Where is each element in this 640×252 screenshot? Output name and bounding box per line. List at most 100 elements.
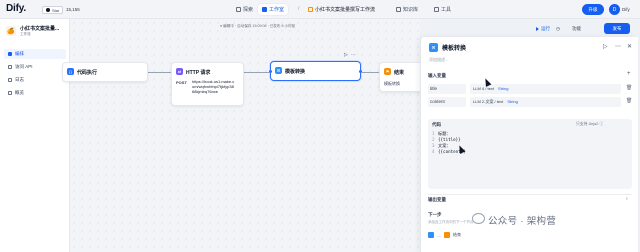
sidebar-item-label: 访问 API xyxy=(15,64,33,69)
workflow-canvas[interactable] xyxy=(70,19,420,252)
variable-type: String xyxy=(498,86,509,91)
arrow-right-icon: — xyxy=(437,232,441,238)
node-end-output-name: 模板转换 xyxy=(384,81,400,86)
nav-tools[interactable]: 工具 xyxy=(430,4,455,15)
logs-icon xyxy=(8,78,12,82)
handle-out[interactable] xyxy=(359,70,362,73)
variable-row: title LLM 4 / text String xyxy=(428,84,621,94)
next-step-chain: — 结束 xyxy=(428,232,461,238)
github-icon xyxy=(46,8,50,12)
variable-name-input[interactable]: content xyxy=(428,97,466,107)
code-line-text: 标题： xyxy=(438,131,451,136)
sidebar: 🍊 小红书文案批量... 工作流 编排 访问 API 日志 概览 xyxy=(0,19,70,252)
node-code-title: 代码执行 xyxy=(77,70,98,76)
play-icon xyxy=(536,27,539,31)
variable-source: LLM 2-文案 / text xyxy=(473,99,504,104)
publish-button[interactable]: 发布 xyxy=(604,23,630,34)
github-star-count: 15,155 xyxy=(66,7,80,12)
variable-source: LLM 4 / text xyxy=(473,86,494,91)
sidebar-item-logs[interactable]: 日志 xyxy=(4,75,66,85)
chevron-right-icon[interactable]: › xyxy=(626,196,628,202)
nav-studio-label: 工作室 xyxy=(269,7,285,13)
node-http[interactable]: ⇄ HTTP 请求 POST https://hook.us1.make.com… xyxy=(171,62,244,106)
code-label: 代码 xyxy=(432,122,441,127)
run-button[interactable]: 运行 xyxy=(536,25,550,33)
code-icon: {} xyxy=(67,68,74,75)
node-template[interactable]: ⌘ 模板转换 xyxy=(270,61,361,81)
node-end-title: 结束 xyxy=(394,70,405,76)
template-icon: ⌘ xyxy=(429,43,438,52)
upgrade-button[interactable]: 升级 xyxy=(582,4,604,15)
save-status: ● 编辑中 · 自动保存 15:09:08 · 已发布 8 小时前 xyxy=(220,24,296,28)
delete-icon[interactable]: 🗑 xyxy=(626,85,632,91)
output-vars-title[interactable]: 输出变量 xyxy=(428,197,446,203)
more-icon[interactable]: ⋯ xyxy=(351,52,356,58)
nav-knowledge[interactable]: 知识库 xyxy=(392,4,422,15)
code-line-text: {{title}} xyxy=(438,137,461,142)
node-code[interactable]: {} 代码执行 xyxy=(62,62,148,82)
nav-current-app[interactable]: 小红书文案批量撰写工作流 xyxy=(304,4,379,15)
sidebar-item-overview[interactable]: 概览 xyxy=(4,88,66,98)
add-variable-icon[interactable]: + xyxy=(627,71,631,77)
book-icon xyxy=(396,7,401,12)
node-end-output: 模板转换 xyxy=(384,81,400,87)
variable-source-select[interactable]: LLM 2-文案 / text String xyxy=(470,97,621,107)
app-type: 工作流 xyxy=(20,32,31,36)
nav-tools-label: 工具 xyxy=(441,7,452,13)
template-icon: ⌘ xyxy=(275,67,282,74)
node-http-method: POST xyxy=(176,80,187,85)
tools-icon xyxy=(434,7,439,12)
panel-title[interactable]: 模板转换 xyxy=(442,43,466,52)
features-button[interactable]: 功能 xyxy=(572,25,581,33)
nav-studio[interactable]: 工作室 xyxy=(258,4,289,15)
sidebar-item-orchestrate[interactable]: 编排 xyxy=(4,49,66,59)
nav-knowledge-label: 知识库 xyxy=(403,7,419,13)
user-name[interactable]: Dify xyxy=(622,7,630,12)
app-icon xyxy=(308,7,313,12)
http-icon: ⇄ xyxy=(176,68,183,75)
divider xyxy=(428,194,632,195)
close-icon[interactable]: ✕ xyxy=(627,43,632,50)
run-node-icon[interactable]: ▷ xyxy=(344,52,348,58)
variable-source-select[interactable]: LLM 4 / text String xyxy=(470,84,621,94)
studio-icon xyxy=(262,7,267,12)
more-icon[interactable]: ⋯ xyxy=(615,43,621,50)
github-star-button[interactable]: Star xyxy=(42,6,64,14)
avatar[interactable]: D xyxy=(609,4,620,15)
code-editor[interactable]: 代码 只支持 Jinja2 ⓘ 1 标题： 2 {{title}} 3 文案： 4{{… xyxy=(428,119,632,189)
github-star-label: Star xyxy=(52,7,60,13)
publish-label: 发布 xyxy=(612,25,622,31)
history-icon[interactable]: ◷ xyxy=(556,25,560,33)
variable-name-input[interactable]: title xyxy=(428,84,466,94)
watermark: 公众号 · 架构营 xyxy=(488,216,557,227)
edge-code-http xyxy=(148,72,172,73)
dify-logo[interactable]: Dify. xyxy=(6,3,26,14)
app-name[interactable]: 小红书文案批量... xyxy=(20,25,59,32)
wechat-icon xyxy=(472,213,485,224)
sidebar-item-api[interactable]: 访问 API xyxy=(4,62,66,72)
features-label: 功能 xyxy=(572,26,581,31)
overview-icon xyxy=(8,91,12,95)
run-label: 运行 xyxy=(541,26,550,31)
delete-icon[interactable]: 🗑 xyxy=(626,98,632,104)
run-node-icon[interactable]: ▷ xyxy=(603,43,608,50)
input-vars-title: 输入变量 xyxy=(428,73,446,78)
node-template-title: 模板转换 xyxy=(285,69,306,75)
next-step-description: 添加此工作流中的下一个节点 xyxy=(428,220,474,224)
panel-description[interactable]: 添加描述... xyxy=(429,57,448,63)
node-http-url: https://hook.us1.make.com/wqfxnhfnpi7tjk… xyxy=(192,79,235,94)
nav-explore[interactable]: 探索 xyxy=(232,4,257,15)
app-avatar: 🍊 xyxy=(6,26,16,36)
flag-icon xyxy=(444,232,450,238)
sidebar-item-label: 概览 xyxy=(15,90,24,95)
sidebar-item-label: 日志 xyxy=(15,77,24,82)
nav-current-app-label: 小红书文案批量撰写工作流 xyxy=(315,7,376,13)
variable-row: content LLM 2-文案 / text String xyxy=(428,97,621,107)
template-icon xyxy=(428,232,434,238)
nav-separator: / xyxy=(298,6,300,12)
handle-in[interactable] xyxy=(269,70,272,73)
next-step-node[interactable]: 结束 xyxy=(453,232,461,238)
code-line-text: 文案： xyxy=(438,143,451,148)
api-icon xyxy=(8,65,12,69)
node-http-title: HTTP 请求 xyxy=(186,70,211,76)
